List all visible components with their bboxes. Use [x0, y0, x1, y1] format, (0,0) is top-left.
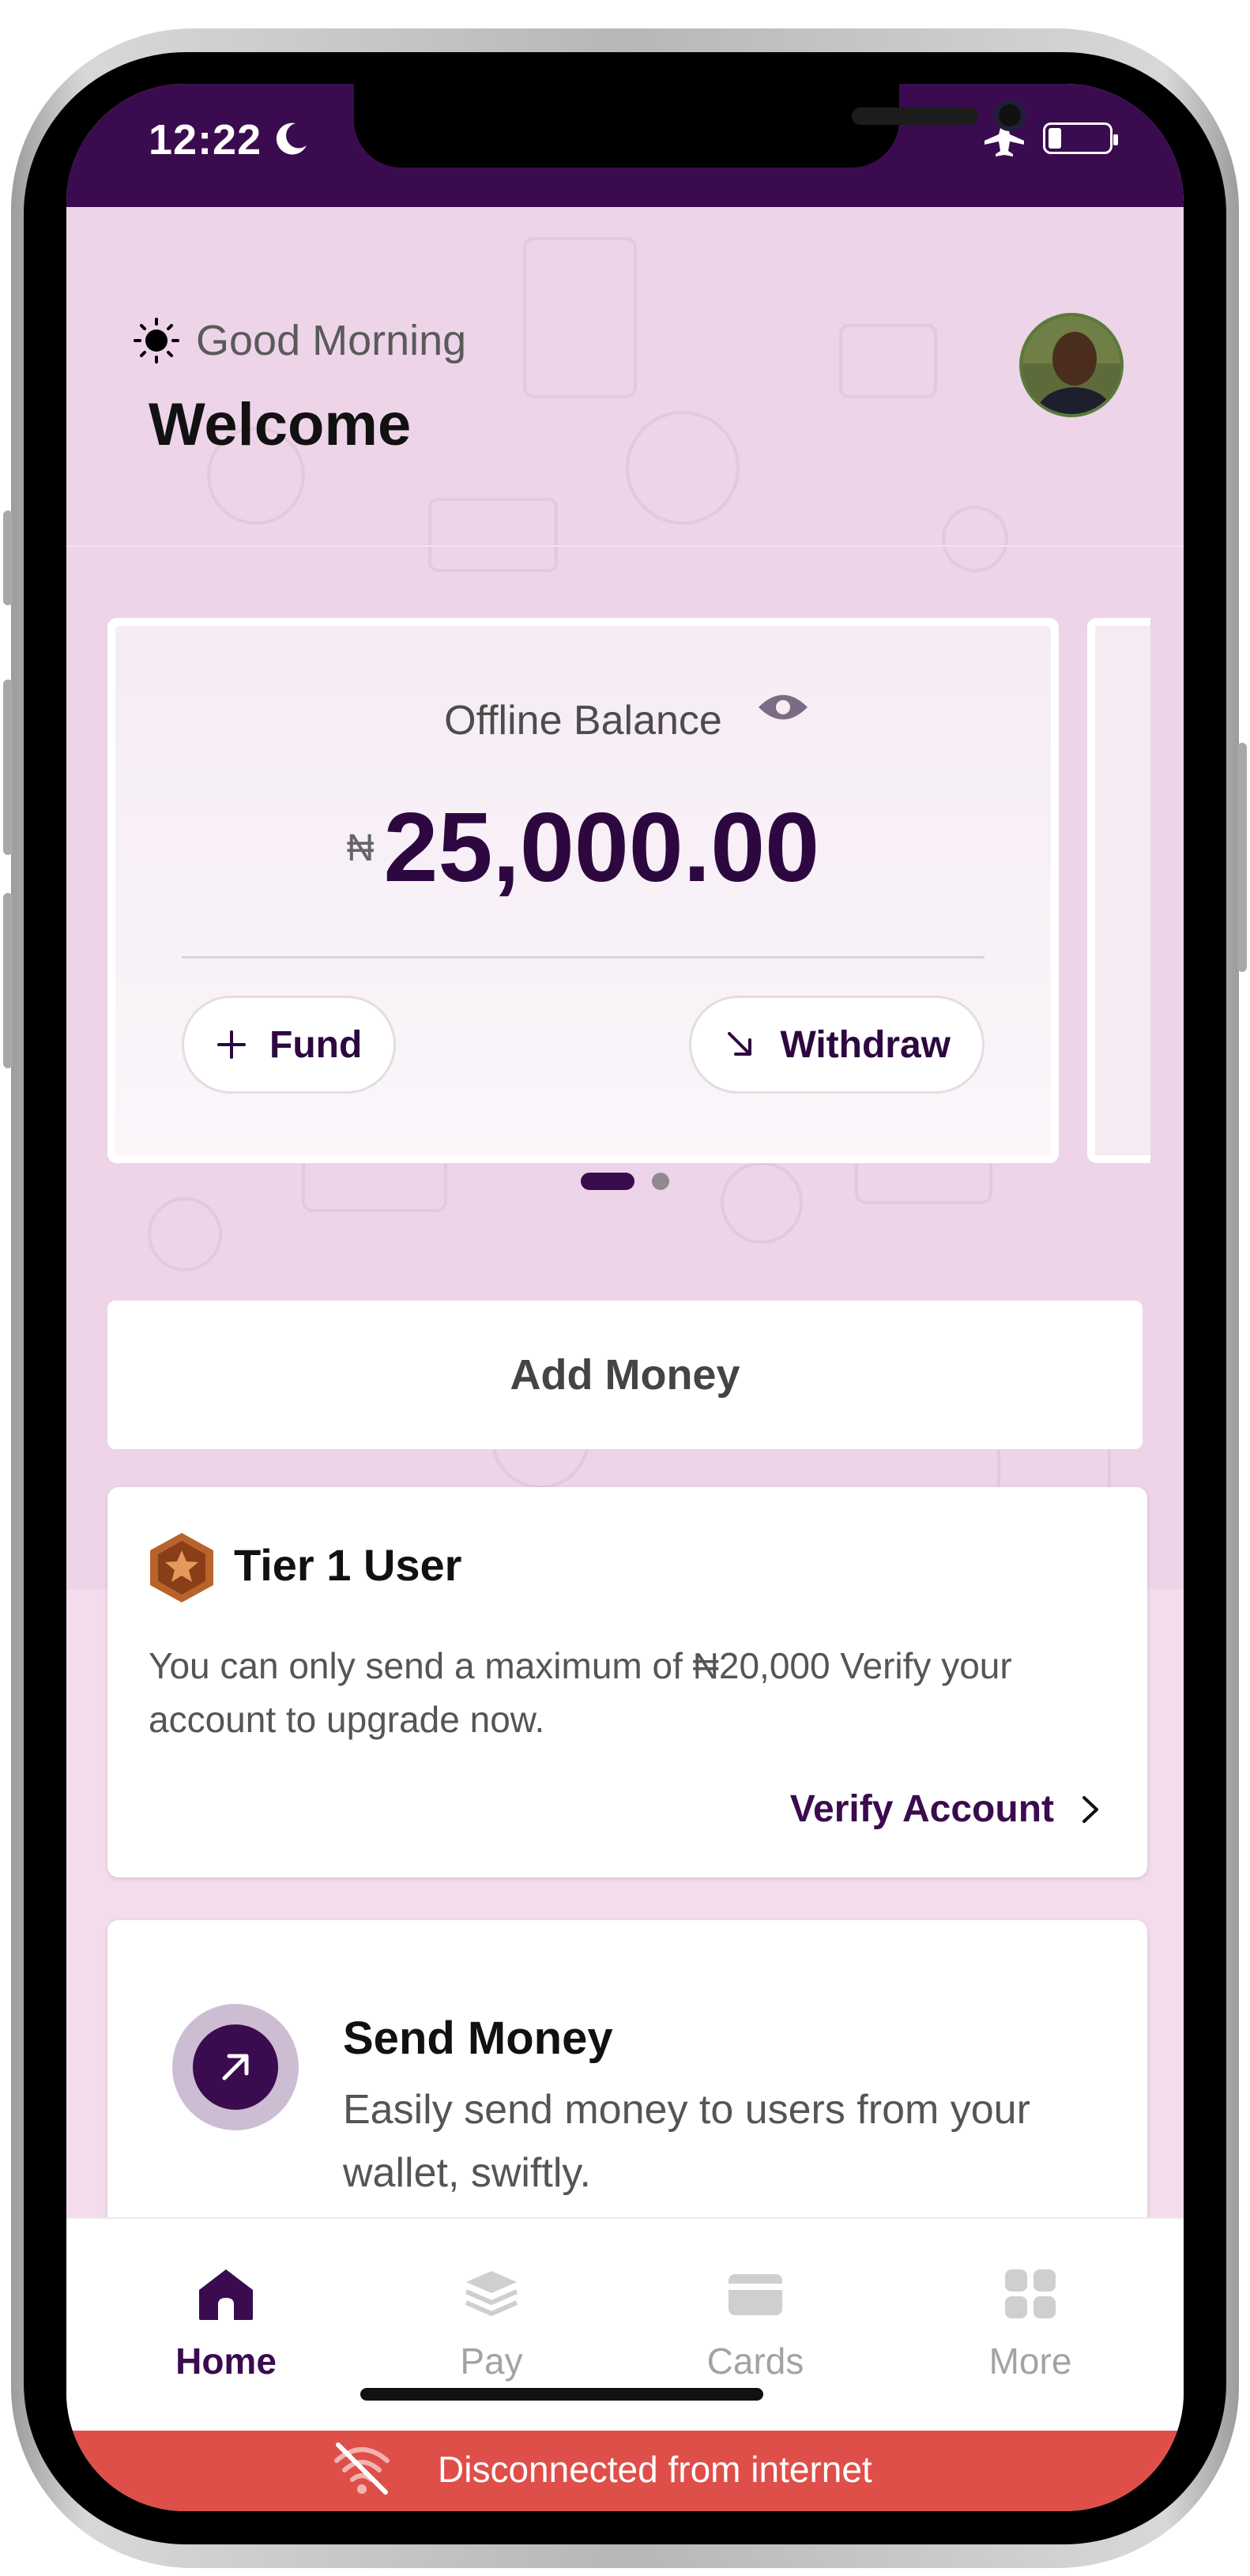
- currency-symbol: ₦: [346, 827, 375, 869]
- next-card-peek[interactable]: [1087, 618, 1150, 1163]
- volume-down-button: [3, 893, 13, 1068]
- greeting-text: Good Morning: [196, 317, 467, 364]
- verify-account-link[interactable]: Verify Account: [790, 1787, 1100, 1831]
- app-screen: 12:22 Good Morning Welcome Offline Balan…: [66, 84, 1184, 2511]
- layers-icon: [465, 2271, 518, 2316]
- send-money-icon: [193, 2024, 278, 2110]
- fund-button[interactable]: Fund: [182, 996, 397, 1094]
- divider: [66, 545, 1184, 547]
- card-icon: [729, 2274, 782, 2315]
- camera-notch: [354, 84, 1026, 168]
- tier-title: Tier 1 User: [234, 1540, 462, 1590]
- chevron-right-icon: [1082, 1795, 1098, 1823]
- add-money-button[interactable]: Add Money: [107, 1301, 1143, 1449]
- avatar[interactable]: [1019, 313, 1124, 417]
- power-button: [1237, 743, 1247, 972]
- balance-label: Offline Balance: [444, 698, 722, 744]
- status-time: 12:22: [149, 116, 262, 164]
- balance-card-body: Offline Balance ₦25,000.00 Fund Withdraw: [115, 626, 1051, 1155]
- sun-icon: [134, 318, 179, 363]
- front-camera: [994, 100, 1026, 131]
- speaker-grille: [852, 107, 978, 125]
- arrow-up-right-icon: [222, 2054, 249, 2081]
- wifi-off-icon: [334, 2442, 390, 2495]
- offline-message: Disconnected from internet: [438, 2449, 872, 2490]
- send-money-icon-ring: [172, 2004, 299, 2130]
- page-title: Welcome: [149, 391, 412, 458]
- balance-amount: ₦25,000.00: [115, 792, 1051, 904]
- tab-cards[interactable]: Cards: [668, 2266, 842, 2382]
- tab-pay[interactable]: Pay: [405, 2266, 578, 2382]
- home-icon: [199, 2269, 253, 2320]
- hero-section: Good Morning Welcome Offline Balance ₦25…: [66, 207, 1184, 1590]
- verify-account-label: Verify Account: [789, 1788, 1054, 1830]
- offline-banner: Disconnected from internet: [66, 2431, 1184, 2511]
- volume-up-button: [3, 680, 13, 855]
- battery-icon: [1043, 122, 1118, 154]
- withdraw-button[interactable]: Withdraw: [689, 996, 985, 1094]
- grid-icon: [1005, 2269, 1056, 2318]
- eye-icon[interactable]: [757, 687, 809, 727]
- tier-badge-icon: [150, 1533, 213, 1602]
- mute-switch: [3, 510, 13, 605]
- arrow-down-right-icon: [728, 1032, 752, 1056]
- withdraw-label: Withdraw: [780, 1023, 951, 1066]
- moon-icon: [276, 122, 307, 155]
- carousel-indicator: [66, 1173, 1184, 1190]
- tier-card: Tier 1 User You can only send a maximum …: [107, 1487, 1147, 1877]
- carousel-dot-active[interactable]: [581, 1173, 634, 1190]
- send-money-description: Easily send money to users from your wal…: [343, 2087, 1030, 2196]
- carousel-dot[interactable]: [652, 1173, 669, 1190]
- tab-more[interactable]: More: [943, 2266, 1117, 2382]
- fund-label: Fund: [269, 1023, 363, 1066]
- tab-more-label: More: [988, 2341, 1072, 2382]
- home-indicator[interactable]: [360, 2388, 763, 2401]
- plus-icon: [217, 1030, 246, 1059]
- tab-home-label: Home: [175, 2341, 277, 2382]
- send-money-title: Send Money: [343, 2013, 613, 2064]
- tab-home[interactable]: Home: [139, 2266, 313, 2382]
- greeting: Good Morning: [133, 316, 466, 365]
- balance-value: 25,000.00: [383, 793, 820, 902]
- tier-description: You can only send a maximum of ₦20,000 V…: [149, 1645, 1012, 1740]
- card-divider: [182, 956, 985, 958]
- tab-pay-label: Pay: [460, 2341, 523, 2382]
- tab-cards-label: Cards: [706, 2341, 804, 2382]
- balance-card: Offline Balance ₦25,000.00 Fund Withdraw: [107, 618, 1059, 1163]
